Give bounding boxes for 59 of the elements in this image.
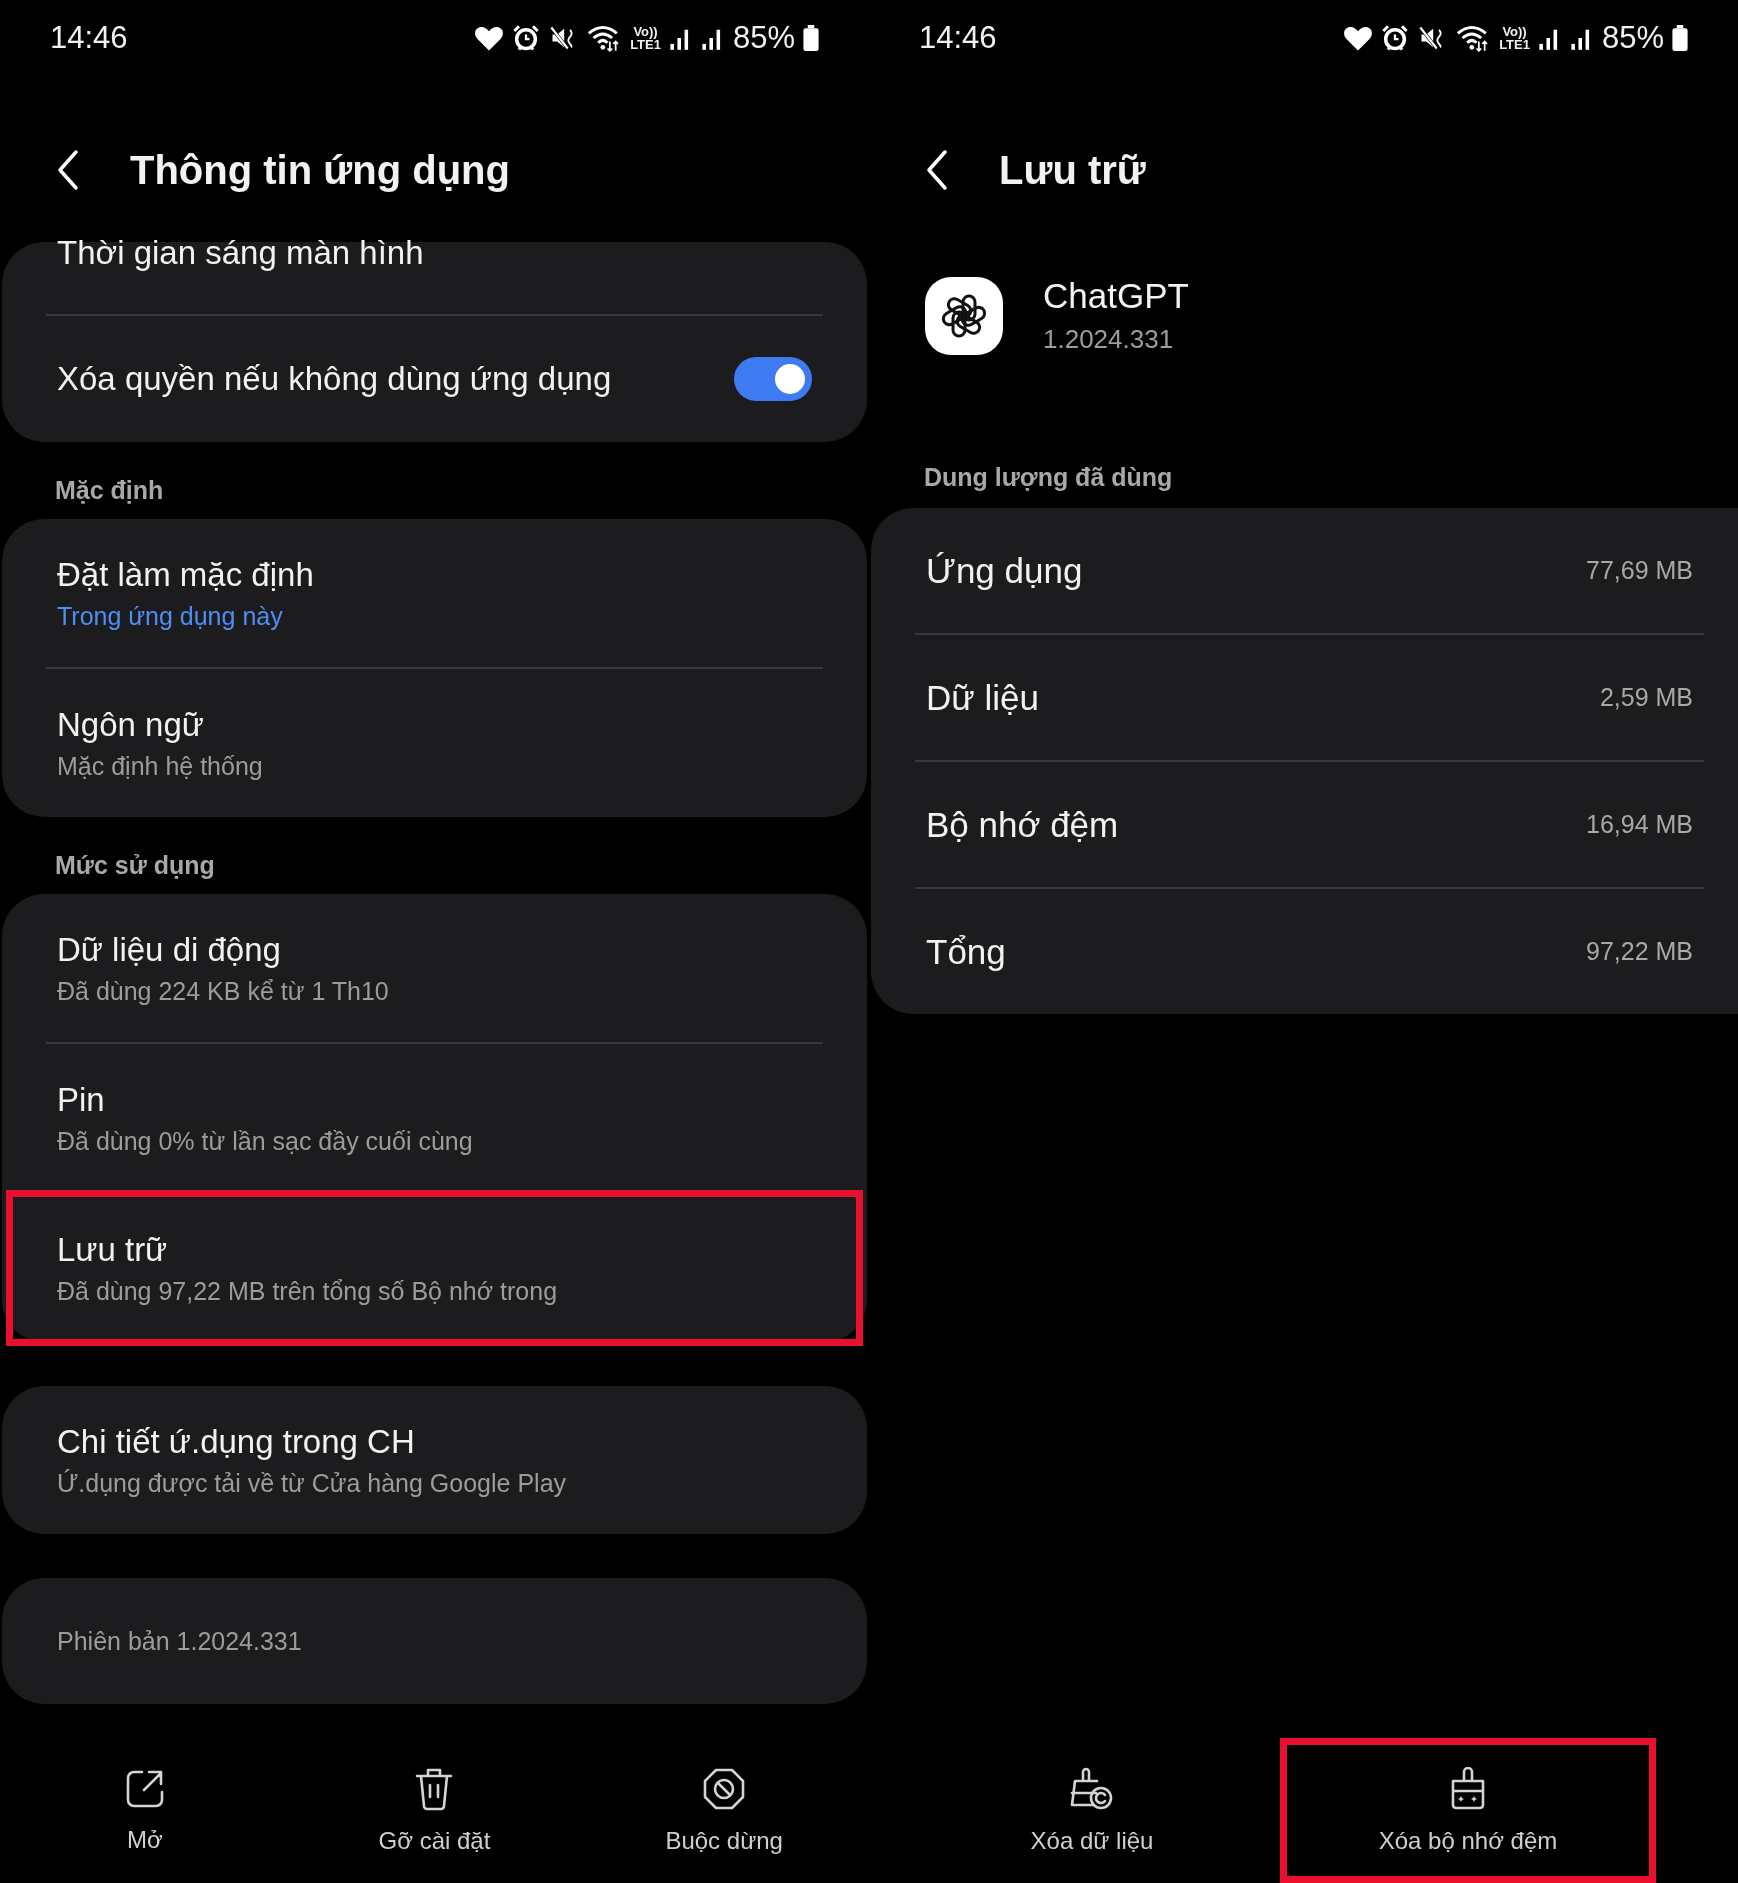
- battery-percent: 85%: [732, 20, 795, 56]
- alarm-icon: [512, 24, 541, 52]
- action-button[interactable]: Buộc dừng: [579, 1738, 869, 1883]
- app-version: 1.2024.331: [1043, 324, 1175, 355]
- storage-value: 16,94 MB: [1586, 810, 1693, 839]
- network-label: Vo)) LTE1: [1499, 25, 1530, 51]
- alarm-icon: [1381, 24, 1410, 52]
- storage-value: 2,59 MB: [1599, 683, 1693, 712]
- setting-title: Đặt làm mặc định: [57, 555, 314, 594]
- back-icon[interactable]: [925, 149, 949, 191]
- setting-item[interactable]: Pin Đã dùng 0% từ lần sạc đầy cuối cùng: [2, 1044, 867, 1192]
- setting-subtitle: Đã dùng 224 KB kể từ 1 Th10: [57, 976, 389, 1006]
- section-heading: Dung lượng đã dùng: [924, 463, 1173, 491]
- setting-subtitle: Mặc định hệ thống: [57, 751, 263, 781]
- action-button[interactable]: Mở: [0, 1738, 290, 1883]
- storage-label: Dữ liệu: [926, 677, 1039, 718]
- toggle-switch[interactable]: [734, 357, 812, 401]
- section-heading: Mức sử dụng: [55, 851, 215, 879]
- storage-value: 97,22 MB: [1586, 937, 1693, 966]
- action-button[interactable]: Xóa dữ liệu: [904, 1738, 1280, 1883]
- app-name: ChatGPT: [1043, 276, 1189, 316]
- screen-title: Lưu trữ: [999, 147, 1146, 193]
- setting-title: Pin: [57, 1080, 105, 1119]
- setting-item[interactable]: Chi tiết ứ.dụng trong CH Ứ.dụng được tải về từ Cửa hàng Google Play: [2, 1386, 867, 1534]
- action-button[interactable]: Gỡ cài đặt: [289, 1738, 580, 1883]
- setting-title: Xóa quyền nếu không dùng ứng dụng: [57, 360, 612, 398]
- setting-subtitle: Trong ứng dụng này: [57, 601, 283, 631]
- setting-item[interactable]: Dữ liệu di động Đã dùng 224 KB kể từ 1 Th10: [2, 894, 867, 1042]
- trash-icon: [415, 1766, 454, 1811]
- setting-item[interactable]: Ngôn ngữ Mặc định hệ thống: [2, 669, 867, 817]
- heart-icon: [1343, 24, 1374, 52]
- storage-label: Bộ nhớ đệm: [926, 804, 1119, 845]
- status-time: 14:46: [50, 20, 128, 56]
- battery-icon: [1672, 25, 1688, 51]
- app-icon: [925, 276, 1003, 355]
- battery-icon: [803, 25, 819, 51]
- setting-title: Lưu trữ: [57, 1230, 168, 1269]
- heart-icon: [474, 24, 505, 52]
- setting-subtitle: Ứ.dụng được tải về từ Cửa hàng Google Play: [57, 1468, 567, 1498]
- version-text: Phiên bản 1.2024.331: [57, 1626, 302, 1656]
- status-time: 14:46: [919, 20, 997, 56]
- stop-sign-icon: [702, 1766, 747, 1811]
- storage-label: Ứng dụng: [926, 550, 1083, 591]
- setting-subtitle: Đã dùng 0% từ lần sạc đầy cuối cùng: [57, 1126, 473, 1156]
- battery-percent: 85%: [1601, 20, 1664, 56]
- action-button[interactable]: Xóa bộ nhớ đệm: [1280, 1738, 1656, 1883]
- setting-title[interactable]: Thời gian sáng màn hình: [57, 234, 424, 272]
- storage-value: 77,69 MB: [1586, 556, 1693, 585]
- back-icon[interactable]: [56, 149, 80, 191]
- network-label: Vo)) LTE1: [630, 25, 661, 51]
- setting-title: Ngôn ngữ: [57, 705, 204, 744]
- section-heading: Mặc định: [55, 476, 164, 504]
- setting-subtitle: Đã dùng 97,22 MB trên tổng số Bộ nhớ trong: [57, 1276, 558, 1306]
- setting-item[interactable]: Đặt làm mặc định Trong ứng dụng này: [2, 519, 867, 667]
- storage-label: Tổng: [926, 931, 1006, 972]
- setting-title: Dữ liệu di động: [57, 930, 281, 969]
- setting-title: Chi tiết ứ.dụng trong CH: [57, 1422, 415, 1461]
- screen-title: Thông tin ứng dụng: [130, 147, 510, 193]
- setting-item[interactable]: Lưu trữ Đã dùng 97,22 MB trên tổng số Bộ nhớ trong: [10, 1194, 859, 1342]
